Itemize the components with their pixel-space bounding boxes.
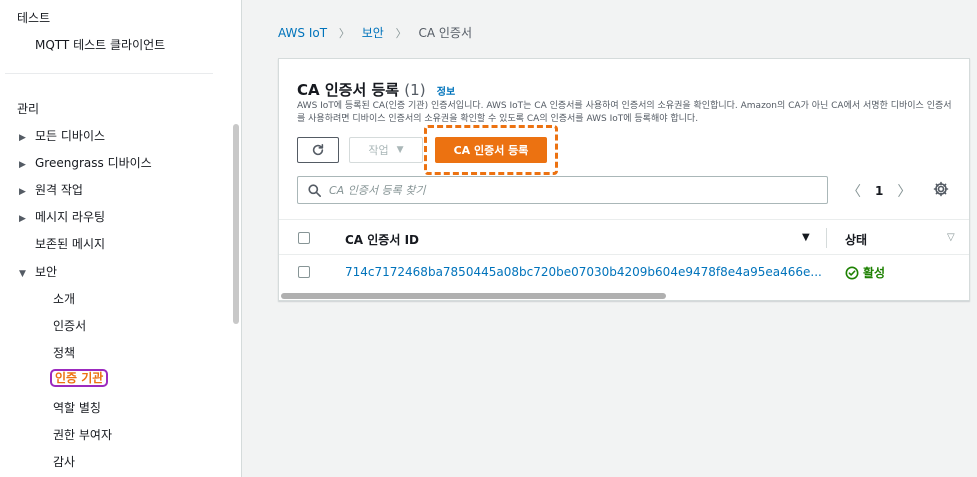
sidebar-item-role-aliases[interactable]: 역할 별칭 — [53, 399, 101, 416]
sidebar-item-mqtt-test-client[interactable]: MQTT 테스트 클라이언트 — [35, 36, 165, 53]
sidebar-item-greengrass-devices[interactable]: ▶ Greengrass 디바이스 — [19, 154, 152, 171]
panel-title-text: CA 인증서 등록 — [297, 81, 400, 99]
ca-certificate-id-link[interactable]: 714c7172468ba7850445a08bc720be07030b4209… — [345, 265, 822, 279]
column-header-status[interactable]: 상태 — [845, 231, 867, 248]
settings-button[interactable] — [930, 178, 952, 200]
item-count: (1) — [404, 81, 426, 99]
expand-arrow-icon: ▶ — [19, 214, 26, 224]
info-link[interactable]: 정보 — [437, 87, 455, 98]
sidebar-item-label: 원격 작업 — [35, 183, 83, 197]
expand-arrow-icon: ▶ — [19, 187, 26, 197]
breadcrumb: AWS IoT 〉 보안 〉 CA 인증서 — [278, 24, 472, 41]
breadcrumb-aws-iot[interactable]: AWS IoT — [278, 26, 327, 40]
sidebar-item-certificate-authorities[interactable]: 인증 기관 — [50, 369, 109, 387]
pagination: 〈 1 〉 — [847, 181, 911, 201]
sidebar-item-label: 모든 디바이스 — [35, 129, 106, 143]
actions-dropdown[interactable]: 작업 ▼ — [349, 137, 423, 163]
sidebar-scrollbar[interactable] — [233, 124, 239, 324]
gear-icon — [933, 181, 949, 197]
select-all-checkbox[interactable] — [298, 232, 310, 244]
actions-label: 작업 — [368, 144, 389, 157]
status-text: 활성 — [863, 266, 886, 280]
chevron-right-icon: 〉 — [338, 27, 350, 40]
panel-title: CA 인증서 등록 (1) 정보 — [297, 79, 455, 100]
sidebar-item-label: 보안 — [35, 265, 58, 279]
table-row: 714c7172468ba7850445a08bc720be07030b4209… — [279, 255, 969, 289]
chevron-right-icon: 〉 — [395, 27, 407, 40]
sidebar-item-audit[interactable]: 감사 — [53, 453, 75, 470]
sidebar-item-label: Greengrass 디바이스 — [35, 156, 152, 170]
search-input[interactable]: CA 인증서 등록 찾기 — [297, 176, 828, 204]
sidebar-item-authorizers[interactable]: 권한 부여자 — [53, 426, 112, 443]
caret-down-icon: ▼ — [396, 145, 404, 155]
sidebar-item-security[interactable]: ▼ 보안 — [19, 263, 57, 280]
sidebar-item-label-active: 인증 기관 — [50, 369, 109, 387]
expand-arrow-icon: ▶ — [19, 133, 26, 143]
table-header: CA 인증서 ID ▼ 상태 ▽ — [279, 219, 969, 255]
sidebar-item-retained-messages[interactable]: 보존된 메시지 — [35, 235, 105, 252]
status-badge: 활성 — [845, 264, 885, 281]
sidebar-item-policies[interactable]: 정책 — [53, 344, 75, 361]
register-ca-certificate-button[interactable]: CA 인증서 등록 — [435, 137, 547, 163]
sidebar-item-all-devices[interactable]: ▶ 모든 디바이스 — [19, 127, 105, 144]
collapse-arrow-icon: ▼ — [19, 269, 26, 279]
sidebar-section-test: 테스트 — [17, 11, 51, 25]
check-circle-icon — [845, 266, 859, 279]
expand-arrow-icon: ▶ — [19, 160, 26, 170]
horizontal-scrollbar[interactable] — [281, 293, 666, 299]
search-icon — [308, 183, 321, 197]
sort-icon[interactable]: ▽ — [947, 232, 955, 243]
sidebar-divider — [5, 73, 213, 74]
row-checkbox[interactable] — [298, 266, 310, 278]
breadcrumb-security[interactable]: 보안 — [362, 26, 384, 40]
sidebar-section-manage: 관리 — [17, 102, 40, 116]
refresh-icon — [312, 143, 324, 156]
search-placeholder: CA 인증서 등록 찾기 — [329, 184, 426, 197]
refresh-button[interactable] — [297, 137, 339, 163]
page-number[interactable]: 1 — [875, 184, 883, 198]
chevron-left-icon[interactable]: 〈 — [847, 181, 861, 201]
ca-certificates-panel: CA 인증서 등록 (1) 정보 AWS IoT에 등록된 CA(인증 기관) … — [278, 58, 970, 301]
column-divider — [826, 228, 827, 248]
sidebar: 테스트 MQTT 테스트 클라이언트 관리 ▶ 모든 디바이스 ▶ Greengra… — [0, 0, 242, 477]
sidebar-item-message-routing[interactable]: ▶ 메시지 라우팅 — [19, 208, 105, 225]
panel-description: AWS IoT에 등록된 CA(인증 기관) 인증서입니다. AWS IoT는 … — [297, 101, 952, 124]
sidebar-item-label: 메시지 라우팅 — [35, 210, 106, 224]
chevron-right-icon[interactable]: 〉 — [897, 181, 911, 201]
sort-desc-icon[interactable]: ▼ — [802, 232, 810, 243]
sidebar-item-certificates[interactable]: 인증서 — [53, 317, 86, 334]
breadcrumb-current: CA 인증서 — [418, 26, 472, 40]
primary-button-highlight: CA 인증서 등록 — [424, 125, 558, 175]
sidebar-item-intro[interactable]: 소개 — [53, 290, 75, 307]
column-header-ca-id[interactable]: CA 인증서 ID — [345, 231, 419, 248]
sidebar-item-remote-actions[interactable]: ▶ 원격 작업 — [19, 181, 83, 198]
